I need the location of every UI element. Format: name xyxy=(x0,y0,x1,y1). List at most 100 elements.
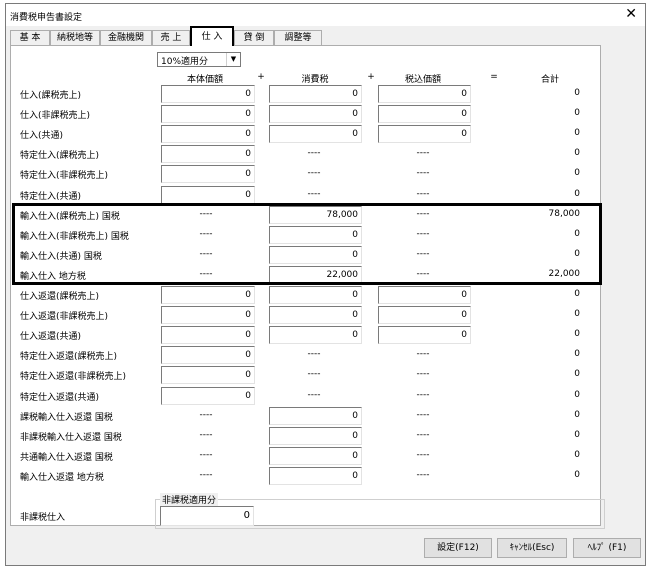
row-label: 仕入(非課税売上) xyxy=(20,111,91,122)
tax-input[interactable]: 0 xyxy=(269,125,362,144)
na-base: ---- xyxy=(199,469,213,480)
tab-basic[interactable]: 基 本 xyxy=(10,30,50,46)
base-input[interactable]: 0 xyxy=(161,125,255,144)
header-total: 合計 xyxy=(540,75,559,85)
tab-bad-debt[interactable]: 貸 倒 xyxy=(234,30,274,46)
tab-adjustment[interactable]: 調整等 xyxy=(274,30,322,46)
base-input[interactable]: 0 xyxy=(161,185,255,204)
na-taxin: ---- xyxy=(416,429,430,440)
header-tax-included: 税込価額 xyxy=(404,75,441,85)
close-icon[interactable]: ✕ xyxy=(625,7,637,21)
row-label: 輸入仕入(非課税売上) 国税 xyxy=(20,231,129,242)
row-total: 0 xyxy=(574,168,580,179)
nontax-purchase-input[interactable]: 0 xyxy=(160,506,254,526)
taxin-input[interactable]: 0 xyxy=(378,105,471,124)
na-taxin: ---- xyxy=(416,389,430,400)
base-input[interactable]: 0 xyxy=(161,85,255,103)
header-plus-2: + xyxy=(367,72,375,82)
taxin-input[interactable]: 0 xyxy=(378,286,471,304)
na-base: ---- xyxy=(199,268,213,279)
row-label: 非課税輸入仕入返還 国税 xyxy=(20,432,122,443)
row-label: 特定仕入返還(非課税売上) xyxy=(20,372,127,383)
na-tax: ---- xyxy=(307,349,321,360)
base-input[interactable]: 0 xyxy=(161,286,255,304)
header-plus-1: + xyxy=(257,72,265,82)
row-label: 特定仕入(共通) xyxy=(20,191,82,202)
base-input[interactable]: 0 xyxy=(161,386,255,405)
tax-input[interactable]: 0 xyxy=(269,225,362,244)
title-bar: 消費税申告書設定 ✕ xyxy=(6,4,645,26)
row-label: 課税輸入仕入返還 国税 xyxy=(20,412,113,423)
base-input[interactable]: 0 xyxy=(161,306,255,325)
na-taxin: ---- xyxy=(416,469,430,480)
na-taxin: ---- xyxy=(416,188,430,199)
tax-input[interactable]: 0 xyxy=(269,306,362,325)
na-base: ---- xyxy=(199,429,213,440)
row-label: 輸入仕入 地方税 xyxy=(20,271,86,282)
header-base-price: 本体価額 xyxy=(186,75,223,85)
na-taxin: ---- xyxy=(416,349,430,360)
tax-input[interactable]: 0 xyxy=(269,326,362,345)
na-tax: ---- xyxy=(307,188,321,199)
row-total: 0 xyxy=(574,309,580,320)
row-total: 0 xyxy=(574,449,580,460)
tab-purchase[interactable]: 仕 入 xyxy=(190,26,234,46)
row-label: 仕入(共通) xyxy=(20,131,64,142)
tax-input[interactable]: 0 xyxy=(269,446,362,465)
taxin-input[interactable]: 0 xyxy=(378,306,471,325)
row-label: 特定仕入(課税売上) xyxy=(20,151,100,162)
row-label: 仕入(課税売上) xyxy=(20,91,82,101)
row-label: 特定仕入(非課税売上) xyxy=(20,171,109,182)
tax-input[interactable]: 0 xyxy=(269,105,362,124)
taxin-input[interactable]: 0 xyxy=(378,326,471,345)
row-total: 0 xyxy=(574,369,580,380)
tax-input[interactable]: 0 xyxy=(269,286,362,304)
tax-input[interactable]: 78,000 xyxy=(269,205,362,224)
na-tax: ---- xyxy=(307,369,321,380)
help-button[interactable]: ﾍﾙﾌﾟ (F1) xyxy=(573,538,641,558)
na-taxin: ---- xyxy=(416,268,430,279)
taxin-input[interactable]: 0 xyxy=(378,125,471,144)
row-total: 0 xyxy=(574,429,580,440)
base-input[interactable]: 0 xyxy=(161,346,255,365)
na-tax: ---- xyxy=(307,148,321,159)
cancel-button[interactable]: ｷｬﾝｾﾙ(Esc) xyxy=(497,538,567,558)
row-total: 0 xyxy=(574,128,580,139)
row-label: 仕入返還(共通) xyxy=(20,332,82,343)
tax-input[interactable]: 22,000 xyxy=(269,265,362,284)
tab-bank[interactable]: 金融機関 xyxy=(100,30,152,46)
tax-input[interactable]: 0 xyxy=(269,85,362,103)
row-total: 22,000 xyxy=(548,268,581,279)
ok-button[interactable]: 設定(F12) xyxy=(424,538,492,558)
row-total: 0 xyxy=(574,148,580,159)
tab-sales[interactable]: 売 上 xyxy=(152,30,190,46)
row-total: 0 xyxy=(574,389,580,400)
nontax-group-title: 非課税適用分 xyxy=(160,493,219,506)
row-label: 共通輸入仕入返還 国税 xyxy=(20,452,113,463)
na-taxin: ---- xyxy=(416,449,430,460)
na-base: ---- xyxy=(199,208,213,219)
row-total: 0 xyxy=(574,108,580,119)
chevron-down-icon[interactable]: ▼ xyxy=(226,53,240,66)
base-input[interactable]: 0 xyxy=(161,366,255,385)
nontax-purchase-label: 非課税仕入 xyxy=(20,513,66,523)
tax-input[interactable]: 0 xyxy=(269,406,362,425)
tax-input[interactable]: 0 xyxy=(269,245,362,264)
row-total: 78,000 xyxy=(548,208,581,219)
tax-input[interactable]: 0 xyxy=(269,426,362,445)
base-input[interactable]: 0 xyxy=(161,105,255,124)
base-input[interactable]: 0 xyxy=(161,165,255,184)
tax-rate-select[interactable]: 10%適用分 ▼ xyxy=(157,52,241,67)
row-label: 輸入仕入(共通) 国税 xyxy=(20,251,102,262)
row-label: 仕入返還(課税売上) xyxy=(20,292,100,302)
na-taxin: ---- xyxy=(416,148,430,159)
na-taxin: ---- xyxy=(416,248,430,259)
row-total: 0 xyxy=(574,349,580,360)
tab-tax-place[interactable]: 納税地等 xyxy=(50,30,100,46)
base-input[interactable]: 0 xyxy=(161,326,255,345)
tax-input[interactable]: 0 xyxy=(269,466,362,485)
row-total: 0 xyxy=(574,409,580,420)
window-title: 消費税申告書設定 xyxy=(10,13,83,23)
taxin-input[interactable]: 0 xyxy=(378,85,471,103)
base-input[interactable]: 0 xyxy=(161,145,255,164)
